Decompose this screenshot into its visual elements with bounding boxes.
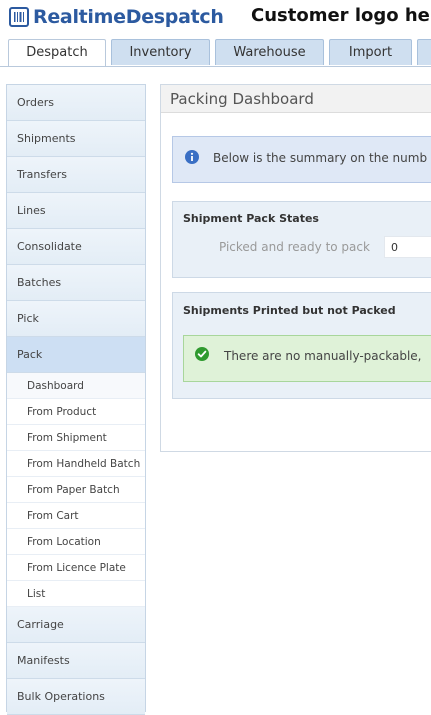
sidebar-subitem-from-paper-batch[interactable]: From Paper Batch: [7, 477, 145, 503]
sidebar-item-bulk-operations[interactable]: Bulk Operations: [7, 679, 145, 715]
success-alert: There are no manually-packable,: [183, 335, 431, 382]
customer-logo-placeholder: Customer logo he: [251, 5, 430, 26]
sidebar-item-transfers[interactable]: Transfers: [7, 157, 145, 193]
sidebar-item-pack[interactable]: Pack: [7, 337, 145, 373]
tab-import[interactable]: Import: [329, 39, 412, 65]
sidebar-subitem-from-shipment[interactable]: From Shipment: [7, 425, 145, 451]
page-title: Packing Dashboard: [161, 85, 431, 113]
packing-dashboard-panel: Packing Dashboard Below is the summary o…: [160, 84, 431, 452]
picked-ready-label: Picked and ready to pack: [219, 240, 370, 254]
sidebar-item-manifests[interactable]: Manifests: [7, 643, 145, 679]
sidebar-subitem-dashboard[interactable]: Dashboard: [7, 373, 145, 399]
sidebar-subitem-from-licence-plate[interactable]: From Licence Plate: [7, 555, 145, 581]
brand-name: RealtimeDespatch: [33, 6, 224, 28]
info-icon: [185, 150, 199, 164]
brand-logo: RealtimeDespatch: [9, 4, 224, 30]
tab-despatch[interactable]: Despatch: [8, 39, 106, 67]
sidebar-subitem-from-cart[interactable]: From Cart: [7, 503, 145, 529]
info-text: Below is the summary on the numb: [213, 151, 428, 165]
sidebar-item-lines[interactable]: Lines: [7, 193, 145, 229]
tab-overflow[interactable]: [417, 39, 431, 65]
tab-divider: [0, 66, 431, 67]
tab-warehouse[interactable]: Warehouse: [215, 39, 324, 65]
sidebar-item-pick[interactable]: Pick: [7, 301, 145, 337]
tab-inventory[interactable]: Inventory: [111, 39, 210, 65]
sidebar-subitem-list[interactable]: List: [7, 581, 145, 607]
sidebar-item-orders[interactable]: Orders: [7, 85, 145, 121]
sidebar-subitem-from-location[interactable]: From Location: [7, 529, 145, 555]
sidebar-item-consolidate[interactable]: Consolidate: [7, 229, 145, 265]
section-title: Shipments Printed but not Packed: [183, 304, 396, 317]
info-alert: Below is the summary on the numb: [172, 136, 431, 183]
sidebar-subitem-from-handheld-batch[interactable]: From Handheld Batch: [7, 451, 145, 477]
success-text: There are no manually-packable,: [224, 349, 422, 363]
sidebar-item-shipments[interactable]: Shipments: [7, 121, 145, 157]
sidebar-item-batches[interactable]: Batches: [7, 265, 145, 301]
sidebar-subitem-from-product[interactable]: From Product: [7, 399, 145, 425]
check-circle-icon: [195, 347, 209, 361]
barcode-box-icon: [9, 7, 29, 27]
picked-ready-count: 0: [384, 236, 431, 258]
shipment-pack-states-section: Shipment Pack States Picked and ready to…: [172, 201, 431, 278]
printed-not-packed-section: Shipments Printed but not Packed There a…: [172, 292, 431, 399]
sidebar: Orders Shipments Transfers Lines Consoli…: [6, 84, 146, 715]
main-tabs: Despatch Inventory Warehouse Import: [0, 39, 431, 67]
sidebar-item-carriage[interactable]: Carriage: [7, 607, 145, 643]
section-title: Shipment Pack States: [183, 212, 319, 225]
